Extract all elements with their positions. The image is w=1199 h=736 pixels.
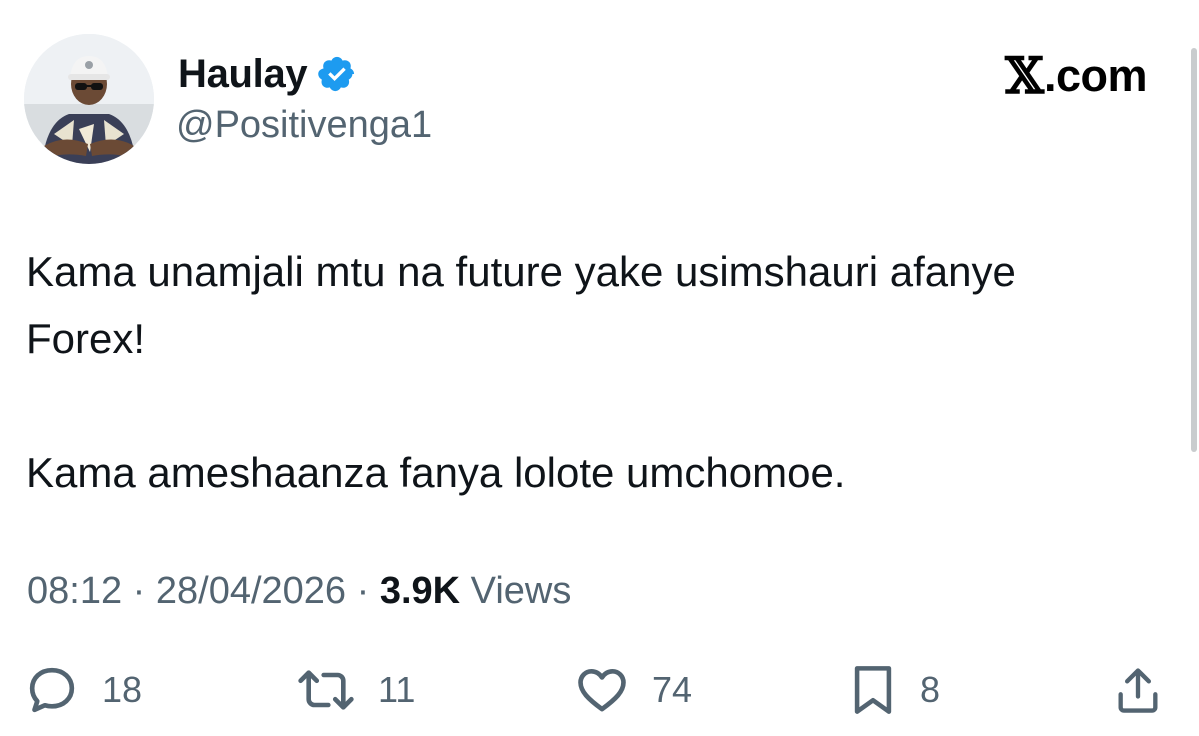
tweet-time[interactable]: 08:12 bbox=[27, 570, 122, 612]
x-logo-text: .com bbox=[1043, 50, 1148, 101]
author-name-row: Haulay bbox=[178, 46, 357, 102]
tweet-text-line: Kama ameshaanza fanya lolote umchomoe. bbox=[26, 449, 846, 496]
bookmark-icon bbox=[854, 666, 892, 714]
reply-count: 18 bbox=[102, 669, 143, 710]
scrollbar[interactable] bbox=[1191, 48, 1197, 452]
views-count: 3.9K bbox=[379, 570, 461, 612]
author-handle[interactable]: @Positivenga1 bbox=[176, 104, 432, 147]
tweet-card: Haulay @Positivenga1 𝕏 .com Kama unamjali… bbox=[0, 0, 1199, 736]
tweet-meta: 08:12 · 28/04/2026 · 3.9K Views bbox=[27, 570, 571, 613]
meta-separator: · bbox=[122, 570, 156, 612]
retweet-count: 11 bbox=[378, 669, 416, 710]
reply-button[interactable]: 18 bbox=[24, 660, 142, 720]
bookmark-button[interactable]: 8 bbox=[848, 660, 940, 720]
heart-icon bbox=[578, 669, 626, 712]
tweet-date[interactable]: 28/04/2026 bbox=[156, 570, 346, 612]
tweet-actions: 18 11 74 8 bbox=[0, 660, 1199, 720]
reply-icon bbox=[29, 667, 75, 713]
retweet-icon bbox=[298, 670, 354, 710]
tweet-text: Kama unamjali mtu na future yake usimsha… bbox=[26, 238, 1146, 506]
tweet-text-line: Kama unamjali mtu na future yake usimsha… bbox=[26, 248, 1016, 362]
x-logo-icon: 𝕏 bbox=[1005, 46, 1044, 105]
retweet-button[interactable]: 11 bbox=[296, 660, 415, 720]
views-label: Views bbox=[460, 570, 572, 612]
like-count: 74 bbox=[652, 669, 693, 710]
x-logo: 𝕏 .com bbox=[1005, 48, 1147, 104]
verified-badge-icon bbox=[317, 54, 357, 94]
meta-separator: · bbox=[346, 570, 380, 612]
bookmark-count: 8 bbox=[920, 669, 941, 710]
author-display-name[interactable]: Haulay bbox=[178, 52, 308, 97]
share-button[interactable] bbox=[1112, 660, 1164, 720]
share-icon bbox=[1118, 668, 1158, 713]
avatar[interactable] bbox=[24, 34, 154, 164]
like-button[interactable]: 74 bbox=[574, 660, 692, 720]
